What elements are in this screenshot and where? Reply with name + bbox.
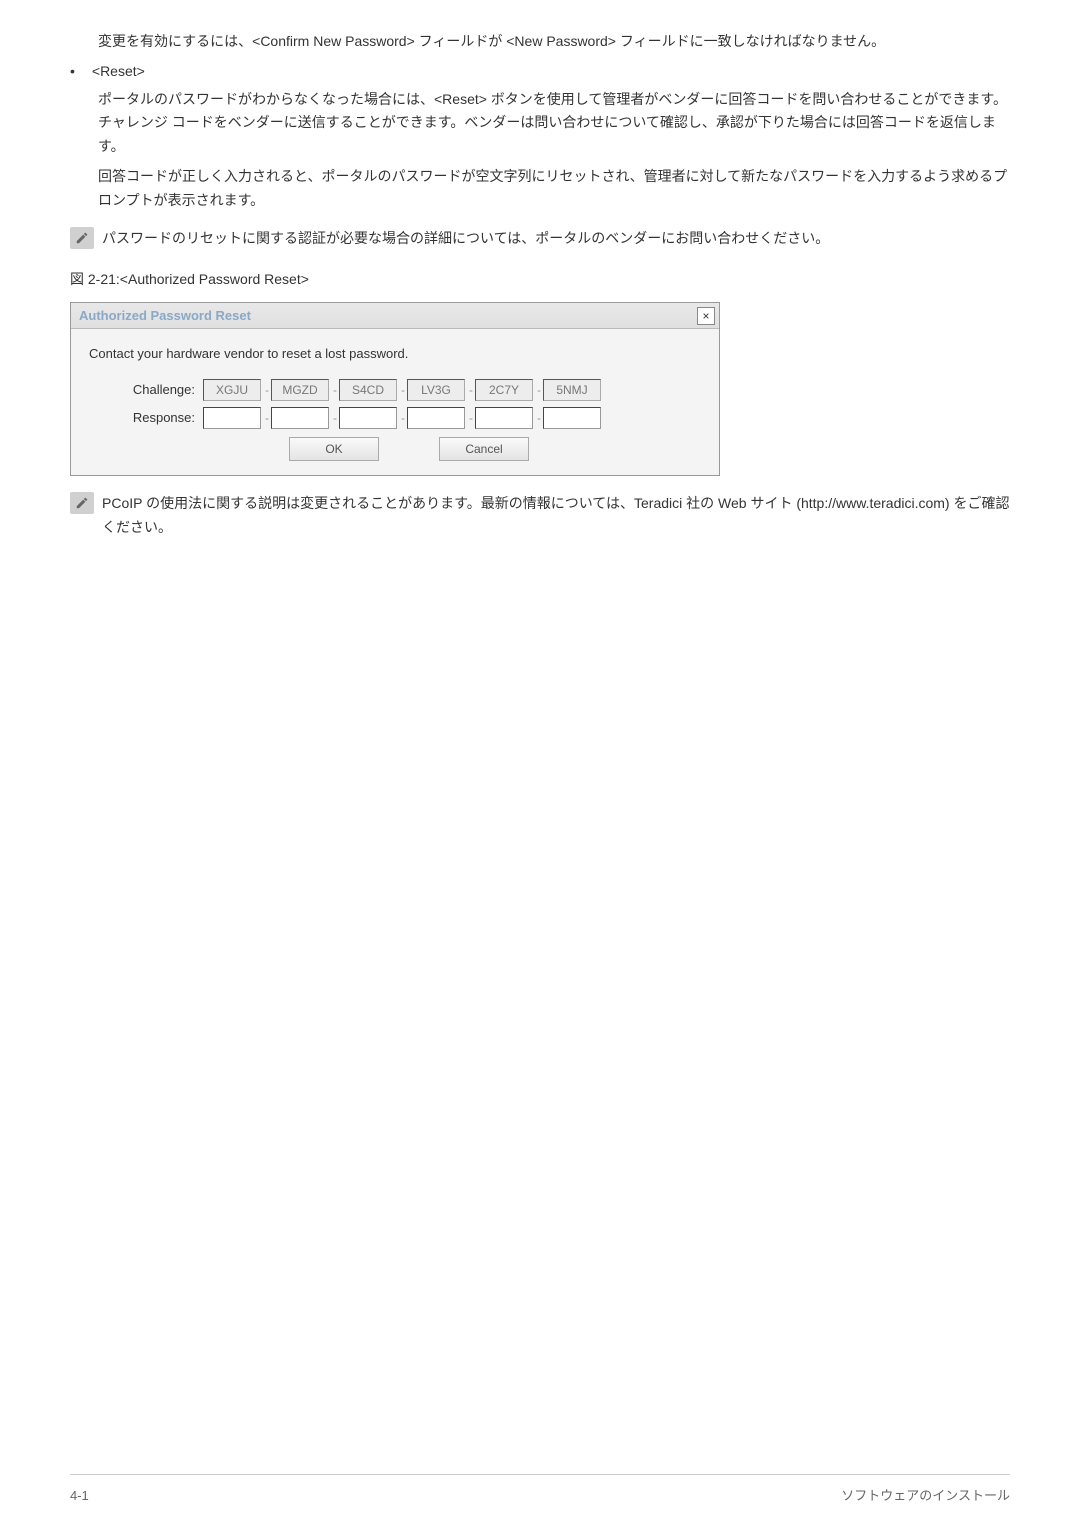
response-input-1[interactable] [271, 407, 329, 429]
dash-icon: - [333, 380, 337, 400]
reset-description-1: ポータルのパスワードがわからなくなった場合には、<Reset> ボタンを使用して… [98, 88, 1010, 159]
response-label: Response: [117, 407, 203, 429]
challenge-code-5: 5NMJ [543, 379, 601, 401]
dash-icon: - [265, 380, 269, 400]
note-1-text: パスワードのリセットに関する認証が必要な場合の詳細については、ポータルのベンダー… [102, 227, 1010, 251]
ok-button[interactable]: OK [289, 437, 379, 461]
figure-caption: 図 2-21:<Authorized Password Reset> [70, 268, 1010, 292]
response-input-3[interactable] [407, 407, 465, 429]
dialog-title: Authorized Password Reset [79, 305, 251, 327]
challenge-row: Challenge: XGJU- MGZD- S4CD- LV3G- 2C7Y-… [117, 379, 701, 401]
challenge-label: Challenge: [117, 379, 203, 401]
note-2-text: PCoIP の使用法に関する説明は変更されることがあります。最新の情報については… [102, 492, 1010, 540]
dash-icon: - [401, 408, 405, 428]
dash-icon: - [469, 408, 473, 428]
footer-title: ソフトウェアのインストール [841, 1485, 1010, 1507]
dialog-instruction: Contact your hardware vendor to reset a … [89, 343, 701, 365]
response-input-0[interactable] [203, 407, 261, 429]
response-input-4[interactable] [475, 407, 533, 429]
note-icon [70, 492, 94, 514]
challenge-code-2: S4CD [339, 379, 397, 401]
pencil-note-icon [75, 496, 89, 510]
dash-icon: - [265, 408, 269, 428]
dash-icon: - [333, 408, 337, 428]
page-number: 4-1 [70, 1485, 89, 1507]
response-input-2[interactable] [339, 407, 397, 429]
note-icon [70, 227, 94, 249]
cancel-button[interactable]: Cancel [439, 437, 529, 461]
dash-icon: - [537, 408, 541, 428]
challenge-code-3: LV3G [407, 379, 465, 401]
challenge-code-4: 2C7Y [475, 379, 533, 401]
challenge-code-0: XGJU [203, 379, 261, 401]
note-2: PCoIP の使用法に関する説明は変更されることがあります。最新の情報については… [70, 492, 1010, 540]
bullet-marker: • [70, 60, 88, 84]
note-1: パスワードのリセットに関する認証が必要な場合の詳細については、ポータルのベンダー… [70, 227, 1010, 251]
close-icon: × [702, 310, 709, 322]
response-input-5[interactable] [543, 407, 601, 429]
page-footer: 4-1 ソフトウェアのインストール [70, 1474, 1010, 1507]
reset-bullet-label: <Reset> [92, 60, 145, 84]
reset-bullet: • <Reset> [70, 60, 1010, 84]
dialog-titlebar: Authorized Password Reset × [71, 303, 719, 329]
close-button[interactable]: × [697, 307, 715, 325]
reset-description-2: 回答コードが正しく入力されると、ポータルのパスワードが空文字列にリセットされ、管… [98, 165, 1010, 213]
confirm-password-paragraph: 変更を有効にするには、<Confirm New Password> フィールドが… [98, 30, 1010, 54]
challenge-code-1: MGZD [271, 379, 329, 401]
pencil-note-icon [75, 231, 89, 245]
dash-icon: - [401, 380, 405, 400]
response-row: Response: - - - - - [117, 407, 701, 429]
dash-icon: - [537, 380, 541, 400]
dialog-window: Authorized Password Reset × Contact your… [70, 302, 720, 476]
dash-icon: - [469, 380, 473, 400]
